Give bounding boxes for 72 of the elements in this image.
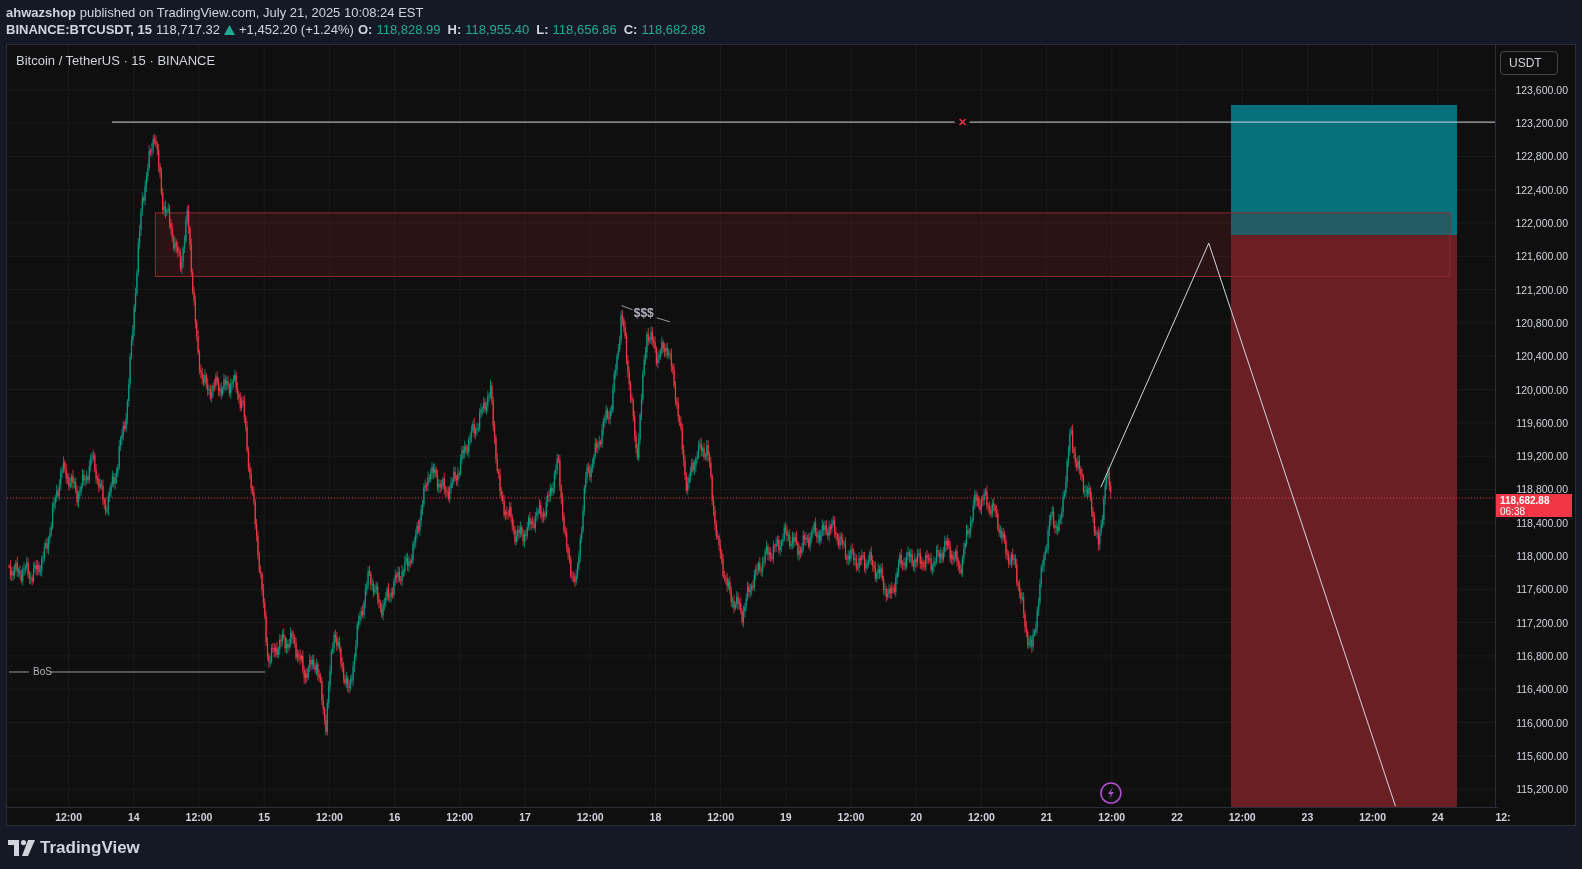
cross-marker-icon bbox=[958, 118, 967, 126]
ohlc-label: H: bbox=[447, 21, 462, 38]
time-tick: 12:00 bbox=[1228, 811, 1256, 823]
price-tick: 116,400.00 bbox=[1516, 683, 1568, 696]
price-tick: 121,200.00 bbox=[1515, 283, 1568, 296]
time-tick: 23 bbox=[1301, 811, 1314, 823]
price-tick: 120,800.00 bbox=[1515, 316, 1568, 329]
price-tick: 117,200.00 bbox=[1516, 616, 1568, 629]
price-tick: 118,400.00 bbox=[1516, 516, 1568, 529]
time-tick: 12:00 bbox=[185, 811, 213, 823]
bos-label[interactable]: BoS bbox=[33, 666, 52, 678]
price-change: +1,452.20 (+1.24%) bbox=[239, 21, 354, 38]
price-tick: 118,000.00 bbox=[1516, 550, 1568, 562]
price-tick: 119,200.00 bbox=[1516, 450, 1568, 463]
time-tick: 15 bbox=[258, 811, 271, 823]
zone-rectangle[interactable] bbox=[154, 212, 1451, 277]
ohlc-label: O: bbox=[357, 21, 373, 38]
ohlc-value: 118,955.40 bbox=[465, 21, 530, 38]
price-tick: 116,000.00 bbox=[1516, 716, 1568, 729]
ohlc-value: 118,656.86 bbox=[552, 21, 617, 38]
time-tick: 21 bbox=[1040, 811, 1053, 823]
time-tick: 19 bbox=[779, 811, 792, 823]
time-tick: 12:00 bbox=[55, 811, 83, 823]
time-tick: 18 bbox=[649, 811, 662, 823]
brand-name[interactable]: TradingView bbox=[40, 837, 140, 858]
publish-info: ahwazshop published on TradingView.com, July 21, 2025 10:08:24 EST bbox=[6, 4, 425, 21]
time-tick: 12: bbox=[1495, 811, 1511, 823]
price-tick: 118,800.00 bbox=[1516, 483, 1568, 496]
last-price: 118,717.32 bbox=[155, 21, 220, 38]
current-price: 118,682.88 bbox=[1500, 494, 1551, 506]
time-tick: 20 bbox=[910, 811, 923, 823]
tradingview-logo-icon[interactable] bbox=[8, 839, 35, 856]
price-tick: 120,000.00 bbox=[1515, 383, 1568, 396]
liquidity-label[interactable]: $$$ bbox=[633, 305, 654, 320]
price-tick: 122,400.00 bbox=[1515, 183, 1568, 196]
time-tick: 12:00 bbox=[707, 811, 735, 823]
price-tick: 121,600.00 bbox=[1515, 250, 1568, 263]
bar-countdown: 06:38 bbox=[1500, 505, 1526, 517]
price-tick: 116,800.00 bbox=[1516, 649, 1568, 662]
chart-title: Bitcoin / TetherUS · 15 · BINANCE bbox=[16, 53, 216, 68]
time-tick: 24 bbox=[1431, 811, 1444, 823]
bracket-lines bbox=[621, 305, 671, 323]
lightning-icon[interactable] bbox=[1100, 782, 1122, 804]
time-tick: 12:00 bbox=[446, 811, 474, 823]
price-tick: 122,800.00 bbox=[1515, 150, 1568, 163]
price-tick: 120,400.00 bbox=[1515, 350, 1568, 363]
time-tick: 12:00 bbox=[315, 811, 343, 823]
ohlc-value: 118,828.99 bbox=[376, 21, 441, 38]
price-tick: 122,000.00 bbox=[1515, 217, 1568, 229]
price-tick: 123,600.00 bbox=[1515, 83, 1568, 96]
ohlc-label: L: bbox=[536, 21, 549, 38]
time-tick: 12:00 bbox=[837, 811, 865, 823]
symbol-label: BINANCE:BTCUSDT, 15 bbox=[6, 21, 152, 38]
price-tick: 119,600.00 bbox=[1516, 416, 1568, 429]
ohlc-label: C: bbox=[623, 21, 638, 38]
time-tick: 12:00 bbox=[576, 811, 604, 823]
time-tick: 14 bbox=[127, 811, 140, 823]
time-tick: 16 bbox=[388, 811, 401, 823]
time-tick: 22 bbox=[1171, 811, 1183, 823]
price-tick: 115,200.00 bbox=[1516, 783, 1568, 796]
target-zone[interactable] bbox=[1230, 104, 1457, 236]
time-tick: 17 bbox=[519, 811, 531, 823]
price-tick: 115,600.00 bbox=[1516, 749, 1568, 762]
time-tick: 12:00 bbox=[1098, 811, 1126, 823]
currency-button[interactable]: USDT bbox=[1500, 51, 1558, 75]
horizontal-line[interactable] bbox=[111, 121, 1495, 123]
ohlc-value: 118,682.88 bbox=[641, 21, 706, 38]
time-tick: 12:00 bbox=[967, 811, 995, 823]
time-tick: 12:00 bbox=[1359, 811, 1387, 823]
price-tick: 123,200.00 bbox=[1515, 117, 1568, 130]
bos-line[interactable] bbox=[8, 671, 266, 673]
price-tick: 117,600.00 bbox=[1516, 583, 1568, 596]
